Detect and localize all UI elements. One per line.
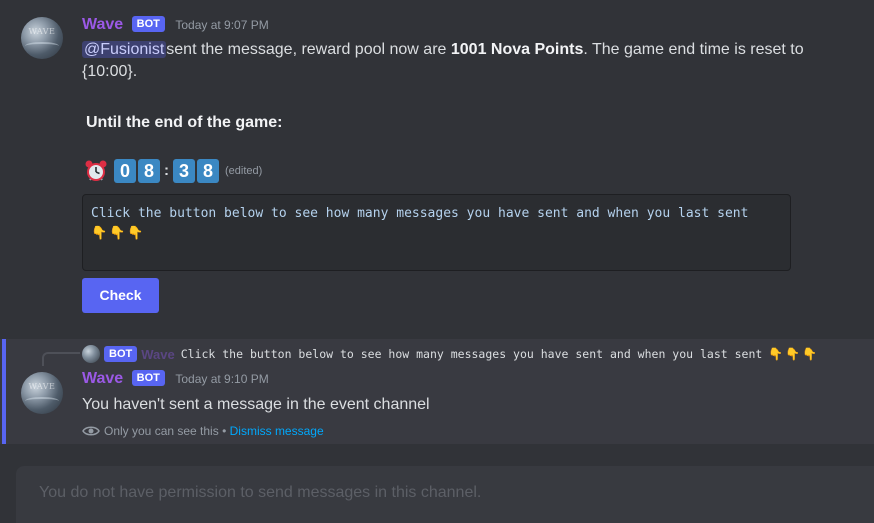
message-header: Wave BOT Today at 9:10 PM xyxy=(82,370,269,388)
timer-digit: 0 xyxy=(114,159,136,183)
timer-digit: 8 xyxy=(197,159,219,183)
reply-preview[interactable]: BOT Wave Click the button below to see h… xyxy=(82,344,819,364)
highlight-bar xyxy=(2,339,6,444)
message-header: Wave BOT Today at 9:07 PM xyxy=(82,16,269,34)
ephemeral-notice: Only you can see this • Dismiss message xyxy=(82,424,324,438)
edited-label[interactable]: (edited) xyxy=(225,165,262,177)
until-label: Until the end of the game: xyxy=(86,114,283,131)
reply-avatar[interactable] xyxy=(82,345,100,363)
dismiss-message-link[interactable]: Dismiss message xyxy=(230,424,324,438)
timer-digit: 8 xyxy=(138,159,160,183)
wave-avatar[interactable]: WAVE xyxy=(21,17,63,59)
input-disabled-placeholder: You do not have permission to send messa… xyxy=(39,484,482,501)
alarm-clock-icon xyxy=(84,159,108,183)
reply-author-name[interactable]: Wave xyxy=(141,347,174,362)
wave-avatar[interactable]: WAVE xyxy=(21,372,63,414)
code-text: Click the button below to see how many m… xyxy=(91,206,749,221)
countdown-timer: 0 8 : 3 8 (edited) xyxy=(84,158,262,184)
bot-badge: BOT xyxy=(131,16,165,32)
bot-badge: BOT xyxy=(131,370,165,386)
timer-digit: 3 xyxy=(173,159,195,183)
only-you-label: Only you can see this xyxy=(104,424,219,438)
separator: • xyxy=(218,424,230,438)
message-content: @Fusionist sent the message, reward pool … xyxy=(82,39,842,83)
pointing-down-icon: 👇👇👇 xyxy=(91,226,146,241)
eye-icon xyxy=(82,426,100,436)
user-mention[interactable]: @Fusionist xyxy=(82,41,167,58)
author-name[interactable]: Wave xyxy=(82,16,123,33)
reward-amount: 1001 Nova Points xyxy=(450,41,584,58)
message-content: You haven't sent a message in the event … xyxy=(82,396,430,413)
reply-text[interactable]: Click the button below to see how many m… xyxy=(181,347,763,361)
message-text: sent the message, reward pool now are xyxy=(166,41,451,58)
code-block: Click the button below to see how many m… xyxy=(82,194,791,271)
timer-colon: : xyxy=(164,162,169,179)
message-timestamp[interactable]: Today at 9:07 PM xyxy=(175,18,268,32)
author-name[interactable]: Wave xyxy=(82,370,123,387)
check-button[interactable]: Check xyxy=(82,278,159,313)
reply-bot-badge: BOT xyxy=(104,346,138,362)
chat-view: WAVE Wave BOT Today at 9:07 PM @Fusionis… xyxy=(0,0,874,523)
message-timestamp[interactable]: Today at 9:10 PM xyxy=(175,372,268,386)
reply-spine xyxy=(42,352,80,366)
pointing-down-icon: 👇👇👇 xyxy=(768,347,820,361)
